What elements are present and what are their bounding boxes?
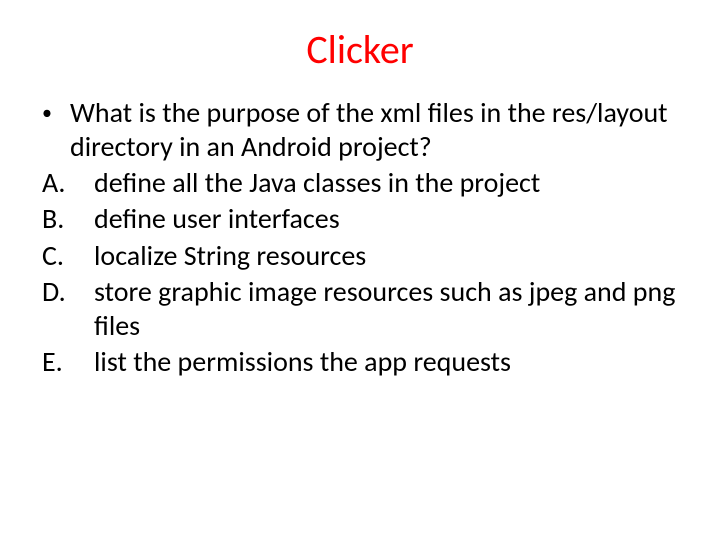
slide-content: • What is the purpose of the xml files i… (40, 96, 680, 379)
slide: Clicker • What is the purpose of the xml… (0, 0, 720, 540)
option-text: define user interfaces (94, 202, 680, 236)
option-text: localize String resources (94, 239, 680, 273)
option-row: E. list the permissions the app requests (40, 345, 680, 379)
option-row: C. localize String resources (40, 239, 680, 273)
question-text: What is the purpose of the xml files in … (70, 96, 680, 164)
option-text: store graphic image resources such as jp… (94, 275, 680, 343)
bullet-icon: • (40, 96, 70, 130)
slide-title: Clicker (40, 25, 680, 74)
option-text: define all the Java classes in the proje… (94, 166, 680, 200)
option-label: B. (40, 202, 94, 236)
option-row: D. store graphic image resources such as… (40, 275, 680, 343)
option-label: C. (40, 239, 94, 273)
option-row: B. define user interfaces (40, 202, 680, 236)
option-label: E. (40, 345, 94, 379)
option-text: list the permissions the app requests (94, 345, 680, 379)
option-row: A. define all the Java classes in the pr… (40, 166, 680, 200)
option-label: A. (40, 166, 94, 200)
question-row: • What is the purpose of the xml files i… (40, 96, 680, 164)
option-label: D. (40, 275, 94, 309)
